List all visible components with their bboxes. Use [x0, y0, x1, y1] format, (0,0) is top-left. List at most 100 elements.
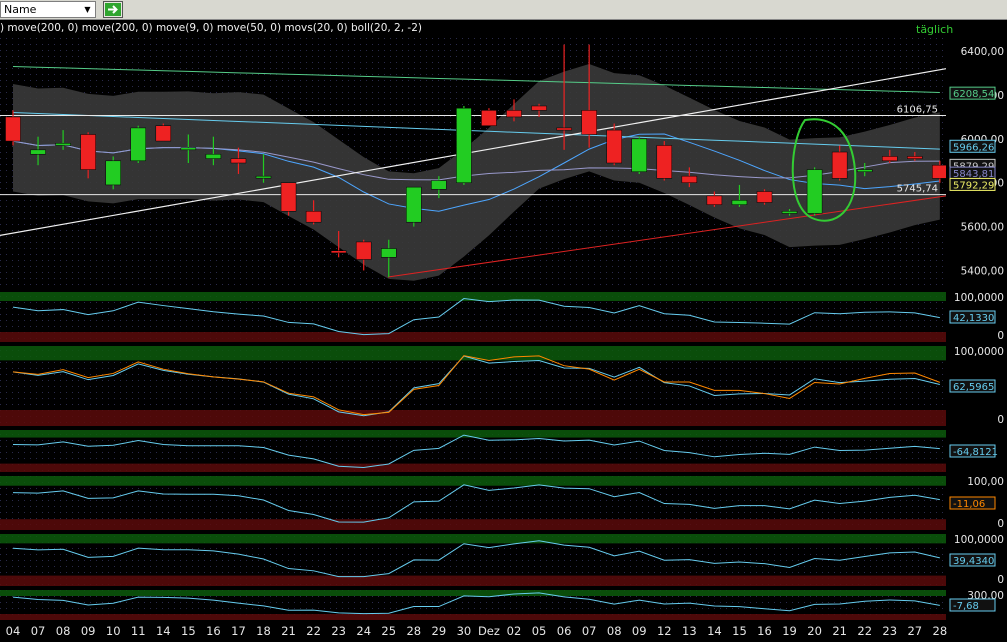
- x-tick-label: 10: [106, 624, 121, 638]
- candle-body: [381, 248, 397, 258]
- x-tick-label: 09: [81, 624, 96, 638]
- candle-body: [80, 134, 96, 170]
- panel-value-label: -11,06: [953, 499, 985, 510]
- y-tick-label: 5600,00: [961, 222, 1004, 234]
- panel-value-label: 62,5965: [953, 382, 994, 393]
- candle-body: [205, 153, 222, 159]
- x-tick-label: 07: [582, 624, 597, 638]
- price-tag: 5792,29: [949, 177, 996, 191]
- candle-body: [831, 151, 848, 179]
- main-price-panel: 6106,755745,745400,005600,005800,006000,…: [0, 38, 1007, 288]
- candle: [280, 182, 297, 216]
- candle-body: [581, 110, 597, 135]
- y-tick-label: 6400,00: [961, 46, 1004, 58]
- candle-body: [481, 110, 497, 126]
- x-tick-label: 28: [406, 624, 421, 638]
- candle-body: [105, 160, 121, 186]
- candle-body: [806, 169, 823, 214]
- x-tick-label: 30: [457, 624, 472, 638]
- x-tick-label: 09: [632, 624, 647, 638]
- panel-tick-label: 0: [997, 574, 1004, 586]
- x-tick-label: 11: [131, 624, 146, 638]
- x-axis-strip: [0, 620, 1007, 642]
- candle-body: [230, 158, 247, 164]
- x-tick-label: 21: [281, 624, 296, 638]
- candle-body: [431, 180, 447, 190]
- candle-body: [280, 182, 297, 212]
- candle-body: [706, 195, 723, 205]
- indicator-panels: 100,0000042,1330100,0000062,5965-64,8121…: [0, 292, 1004, 620]
- price-tag-label: 5792,29: [953, 180, 994, 191]
- candle-body: [180, 147, 197, 151]
- panel-6: 300,00-7,68: [0, 590, 1004, 620]
- panel-tick-label: 0: [997, 330, 1004, 342]
- level-label: 6106,75: [897, 104, 938, 115]
- name-select-value: Name: [4, 3, 37, 16]
- panel-tick-label: 100,00: [967, 476, 1004, 488]
- candle: [806, 167, 823, 216]
- panel-tick-label: 100,0000: [954, 346, 1004, 358]
- panel-value-label: 39,4340: [953, 556, 994, 567]
- panel-value-label: -7,68: [953, 601, 979, 612]
- x-tick-label: 28: [933, 624, 948, 638]
- candle: [130, 125, 146, 163]
- candle-body: [656, 145, 673, 179]
- x-tick-label: 16: [206, 624, 221, 638]
- panel-4: 100,00 0 -11,06: [0, 476, 1004, 530]
- price-tag: 5966,26: [949, 139, 996, 153]
- candle-body: [932, 164, 948, 179]
- candle-body: [882, 156, 898, 162]
- panel-2: 100,0000 0 62,5965: [0, 346, 1004, 426]
- x-tick-label: 06: [557, 624, 572, 638]
- panel-tick-label: 100,0000: [954, 292, 1004, 304]
- toolbar: Name ▼: [0, 0, 1007, 20]
- x-tick-label: 22: [857, 624, 872, 638]
- go-button[interactable]: [103, 1, 123, 18]
- candle-body: [130, 127, 146, 162]
- level-label: 5745,74: [897, 184, 938, 195]
- x-tick-label: 17: [231, 624, 246, 638]
- x-tick-label: 29: [432, 624, 447, 638]
- x-tick-label: 04: [6, 624, 21, 638]
- candle-body: [305, 210, 322, 223]
- x-tick-label: 25: [381, 624, 396, 638]
- x-tick-label: 23: [331, 624, 346, 638]
- candle-body: [155, 125, 172, 142]
- panel-value-label: 42,1330: [953, 313, 994, 324]
- y-tick-label: 5400,00: [961, 265, 1004, 277]
- price-tag: 6208,54: [949, 86, 996, 100]
- x-tick-label: 02: [507, 624, 522, 638]
- chevron-down-icon[interactable]: ▼: [81, 3, 94, 16]
- panel-5: 100,0000 039,4340: [0, 534, 1004, 586]
- candle: [481, 108, 497, 126]
- price-chart[interactable]: 6106,755745,745400,005600,005800,006000,…: [0, 20, 1007, 642]
- x-tick-label: 08: [607, 624, 622, 638]
- candle-body: [330, 250, 347, 254]
- x-tick-label: 15: [181, 624, 196, 638]
- x-tick-label: 05: [532, 624, 547, 638]
- x-tick-label: 16: [757, 624, 772, 638]
- green-arrow-right-icon: [105, 3, 121, 16]
- name-select[interactable]: Name ▼: [0, 1, 96, 18]
- candle: [406, 186, 422, 227]
- oversold-zone: [0, 410, 946, 426]
- candle-body: [756, 191, 773, 203]
- candle: [631, 136, 647, 174]
- x-tick-label: 08: [56, 624, 71, 638]
- candle-body: [856, 169, 873, 173]
- overbought-zone: [0, 534, 946, 544]
- x-tick-label: Dez: [478, 624, 500, 638]
- overbought-zone: [0, 430, 946, 438]
- candle-body: [631, 138, 647, 173]
- panel-1: 100,0000 042,1330: [0, 292, 1004, 342]
- x-tick-label: 14: [156, 624, 171, 638]
- x-tick-label: 22: [306, 624, 321, 638]
- panel-value-label: -64,8121: [953, 447, 998, 458]
- x-tick-label: 13: [682, 624, 697, 638]
- price-tag-label: 6208,54: [953, 89, 994, 100]
- candle: [456, 105, 472, 185]
- candle: [756, 189, 773, 205]
- candle-body: [456, 107, 472, 183]
- candle-body: [506, 110, 522, 118]
- candle: [656, 141, 673, 181]
